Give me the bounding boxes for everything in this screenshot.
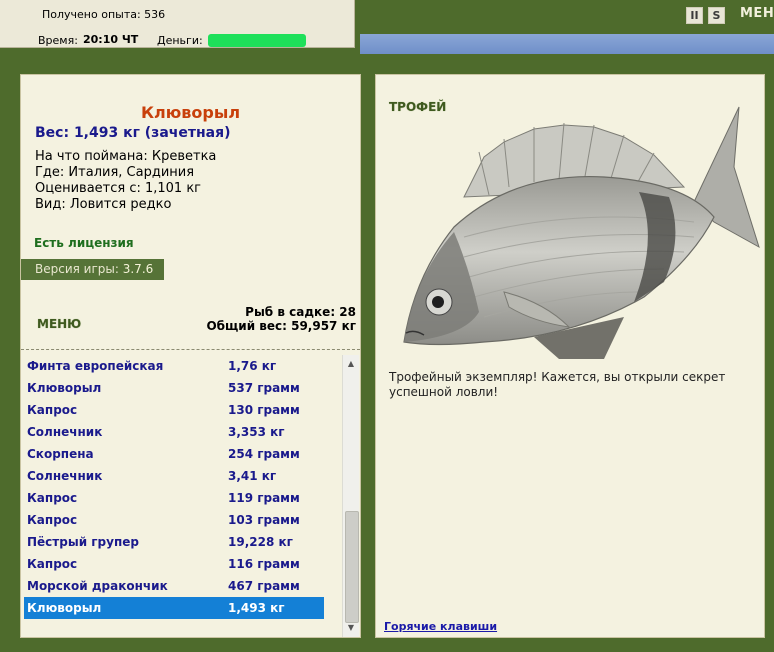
fish-row-weight: 467 грамм bbox=[228, 579, 300, 593]
fish-row-weight: 116 грамм bbox=[228, 557, 300, 571]
fish-list-row[interactable]: Солнечник 3,41 кг bbox=[24, 465, 324, 487]
fish-title: Клюворыл bbox=[140, 103, 241, 122]
fish-weight: Вес: 1,493 кг (зачетная) bbox=[35, 125, 231, 141]
bait-info: На что поймана: Креветка bbox=[35, 149, 217, 164]
fish-row-name: Солнечник bbox=[27, 425, 103, 439]
fish-list-row[interactable]: Капрос 119 грамм bbox=[24, 487, 324, 509]
experience-text: Получено опыта: 536 bbox=[42, 8, 166, 21]
fish-list-row[interactable]: Капрос 103 грамм bbox=[24, 509, 324, 531]
fish-list-scrollbar[interactable]: ▲ ▼ bbox=[342, 355, 359, 637]
fish-row-weight: 119 грамм bbox=[228, 491, 300, 505]
catch-info-panel: Клюворыл Вес: 1,493 кг (зачетная) На что… bbox=[20, 74, 361, 638]
status-panel: Получено опыта: 536 Время: 20:10 ЧТ День… bbox=[0, 0, 355, 48]
fish-row-name: Капрос bbox=[27, 491, 78, 505]
trophy-description: Трофейный экземпляр! Кажется, вы открыли… bbox=[389, 370, 726, 399]
license-status: Есть лицензия bbox=[34, 236, 134, 250]
trophy-label: ТРОФЕЙ bbox=[389, 100, 447, 114]
fish-list-row[interactable]: Клюворыл 1,493 кг bbox=[24, 597, 324, 619]
scroll-down-icon[interactable]: ▼ bbox=[343, 621, 359, 635]
trophy-panel: ТРОФЕЙ Трофейный экземпляр! Кажется, вы … bbox=[375, 74, 765, 638]
fish-list-row[interactable]: Скорпена 254 грамм bbox=[24, 443, 324, 465]
fish-row-weight: 537 грамм bbox=[228, 381, 300, 395]
fish-row-name: Капрос bbox=[27, 557, 78, 571]
fish-row-name: Финта европейская bbox=[27, 359, 164, 373]
fish-row-name: Пёстрый групер bbox=[27, 535, 139, 549]
version-value: 3.7.6 bbox=[122, 262, 154, 276]
top-menu-button[interactable]: МЕНЮ bbox=[740, 6, 774, 21]
fish-row-name: Клюворыл bbox=[27, 601, 102, 615]
divider bbox=[21, 349, 360, 350]
fish-row-name: Капрос bbox=[27, 513, 78, 527]
fish-row-name: Скорпена bbox=[27, 447, 94, 461]
fish-list-row[interactable]: Клюворыл 537 грамм bbox=[24, 377, 324, 399]
scroll-up-icon[interactable]: ▲ bbox=[343, 357, 359, 371]
version-bar: Версия игры: 3.7.6 bbox=[21, 259, 164, 280]
time-value: 20:10 ЧТ bbox=[83, 33, 139, 46]
keepnet-total-weight: Общий вес: 59,957 кг bbox=[206, 319, 356, 333]
fish-list-row[interactable]: Пёстрый групер 19,228 кг bbox=[24, 531, 324, 553]
value-info: Оценивается с: 1,101 кг bbox=[35, 181, 202, 196]
top-stripe bbox=[360, 34, 774, 54]
money-label: Деньги: bbox=[157, 34, 203, 47]
fish-list-row[interactable]: Капрос 116 грамм bbox=[24, 553, 324, 575]
fish-illustration bbox=[403, 106, 760, 359]
fish-list-row[interactable]: Морской дракончик 467 грамм bbox=[24, 575, 324, 597]
fish-row-weight: 103 грамм bbox=[228, 513, 300, 527]
fish-row-name: Клюворыл bbox=[27, 381, 102, 395]
place-info: Где: Италия, Сардиния bbox=[35, 165, 195, 180]
fish-row-name: Солнечник bbox=[27, 469, 103, 483]
fish-row-weight: 3,41 кг bbox=[228, 469, 277, 483]
fish-row-name: Морской дракончик bbox=[27, 579, 168, 593]
money-value-redacted bbox=[208, 34, 306, 47]
fish-row-weight: 1,76 кг bbox=[228, 359, 277, 373]
keepnet-count: Рыб в садке: 28 bbox=[245, 305, 356, 319]
version-label: Версия игры: bbox=[35, 262, 119, 276]
fish-row-weight: 19,228 кг bbox=[228, 535, 293, 549]
hotkeys-link[interactable]: Горячие клавиши bbox=[384, 620, 497, 633]
pause-button[interactable]: II bbox=[686, 7, 703, 24]
time-label: Время: bbox=[38, 34, 78, 47]
rarity-info: Вид: Ловится редко bbox=[35, 197, 172, 212]
fish-list-row[interactable]: Капрос 130 грамм bbox=[24, 399, 324, 421]
fish-list-row[interactable]: Солнечник 3,353 кг bbox=[24, 421, 324, 443]
fish-row-weight: 3,353 кг bbox=[228, 425, 285, 439]
fish-row-name: Капрос bbox=[27, 403, 78, 417]
fish-row-weight: 130 грамм bbox=[228, 403, 300, 417]
save-button[interactable]: S bbox=[708, 7, 725, 24]
fish-list[interactable]: Финта европейская 1,76 кг Клюворыл 537 грам… bbox=[23, 355, 324, 619]
scroll-thumb[interactable] bbox=[345, 511, 359, 623]
menu-button[interactable]: МЕНЮ bbox=[37, 317, 81, 331]
fish-row-weight: 1,493 кг bbox=[228, 601, 285, 615]
fish-row-weight: 254 грамм bbox=[228, 447, 300, 461]
fish-list-row[interactable]: Финта европейская 1,76 кг bbox=[24, 355, 324, 377]
